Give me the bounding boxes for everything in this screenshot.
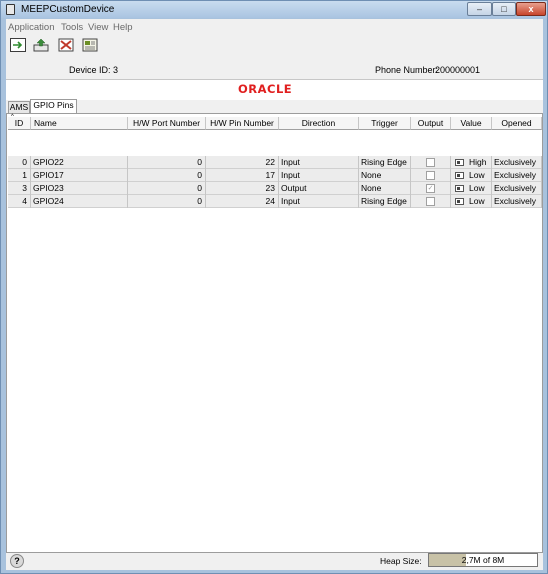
logo-bar: ORACLE [6,79,543,100]
cell-direction: Output [279,182,359,195]
cell-trigger: Rising Edge [359,156,411,169]
table-row[interactable]: 0 GPIO22 0 22 Input Rising Edge High Exc… [8,156,542,169]
cell-pin: 17 [206,169,279,182]
cell-port: 0 [128,182,206,195]
cell-trigger: None [359,169,411,182]
heap-size-bar: 2,7M of 8M [428,553,538,567]
cell-value[interactable]: Low [451,195,492,208]
minimize-button[interactable]: – [467,2,492,16]
cell-id: 4 [8,195,31,208]
table-row[interactable]: 4 GPIO24 0 24 Input Rising Edge Low Excl… [8,195,542,208]
cell-id: 0 [8,156,31,169]
output-checkbox[interactable] [426,171,435,180]
cell-opened: Exclusively [492,195,542,208]
window-title: MEEPCustomDevice [21,4,115,15]
stop-icon[interactable] [58,38,74,52]
device-id: Device ID: 3 [69,65,119,75]
menu-bar: Application Tools View Help [6,19,543,35]
column-header-opened[interactable]: Opened [492,117,542,130]
cell-direction: Input [279,195,359,208]
cell-opened: Exclusively [492,169,542,182]
status-bar: ? Heap Size: 2,7M of 8M [6,553,543,570]
app-icon [6,4,15,15]
tab-ams[interactable]: AMS [8,101,30,113]
output-checkbox[interactable] [426,197,435,206]
app-window: MEEPCustomDevice – □ x Application Tools… [0,0,548,574]
cell-port: 0 [128,195,206,208]
menu-application[interactable]: Application [8,22,54,33]
client-area: Application Tools View Help Device ID: 3… [6,19,543,570]
phone-number-label: Phone Number: [375,65,439,75]
cell-value[interactable]: Low [451,182,492,195]
gpio-table-panel: ^ ID Name H/W Port Number H/W Pin Number … [6,113,543,553]
cell-trigger: Rising Edge [359,195,411,208]
cell-trigger: None [359,182,411,195]
toggle-switch-icon [455,172,464,179]
column-header-direction[interactable]: Direction [279,117,359,130]
table-row[interactable]: 1 GPIO17 0 17 Input None Low Exclusively [8,169,542,182]
cell-name: GPIO24 [31,195,128,208]
cell-output [411,195,451,208]
menu-tools[interactable]: Tools [61,22,83,33]
cell-name: GPIO23 [31,182,128,195]
cell-pin: 22 [206,156,279,169]
cell-name: GPIO22 [31,156,128,169]
close-button[interactable]: x [516,2,546,16]
cell-pin: 23 [206,182,279,195]
cell-name: GPIO17 [31,169,128,182]
cell-port: 0 [128,156,206,169]
title-bar[interactable]: MEEPCustomDevice – □ x [1,1,547,18]
cell-port: 0 [128,169,206,182]
cell-output [411,169,451,182]
column-header-value[interactable]: Value [451,117,492,130]
cell-pin: 24 [206,195,279,208]
heap-size-label: Heap Size: [380,556,422,566]
sort-icon: ^ [11,114,14,120]
menu-help[interactable]: Help [113,22,133,33]
toolbar [6,36,543,56]
output-checkbox-checked[interactable]: ✓ [426,184,435,193]
toggle-switch-icon [455,185,464,192]
column-header-output[interactable]: Output [411,117,451,130]
cell-value[interactable]: Low [451,169,492,182]
menu-view[interactable]: View [88,22,108,33]
toggle-switch-icon [455,198,464,205]
cell-opened: Exclusively [492,182,542,195]
settings-icon[interactable] [82,38,98,52]
cell-direction: Input [279,169,359,182]
cell-id: 3 [8,182,31,195]
cell-value[interactable]: High [451,156,492,169]
column-header-id[interactable]: ^ ID [8,114,31,130]
help-icon[interactable]: ? [10,554,24,568]
oracle-logo: ORACLE [238,82,293,96]
cell-direction: Input [279,156,359,169]
tab-gpio-pins[interactable]: GPIO Pins [30,99,77,113]
cell-opened: Exclusively [492,156,542,169]
column-header-name[interactable]: Name [31,117,128,130]
maximize-button[interactable]: □ [492,2,516,16]
device-info-bar: Device ID: 3 Phone Number: 200000001 [6,63,543,78]
column-header-trigger[interactable]: Trigger [359,117,411,130]
column-header-pin[interactable]: H/W Pin Number [206,117,279,130]
column-header-port[interactable]: H/W Port Number [128,117,206,130]
tab-bar: AMS GPIO Pins [6,99,543,113]
cell-output: ✓ [411,182,451,195]
run-icon[interactable] [10,38,26,52]
table-row[interactable]: 3 GPIO23 0 23 Output None ✓ Low Exclusiv… [8,182,542,195]
cell-id: 1 [8,169,31,182]
install-icon[interactable] [33,38,49,52]
phone-number-value: 200000001 [435,65,481,75]
cell-output [411,156,451,169]
toggle-switch-icon [455,159,464,166]
output-checkbox[interactable] [426,158,435,167]
heap-size-text: 2,7M of 8M [461,555,505,565]
